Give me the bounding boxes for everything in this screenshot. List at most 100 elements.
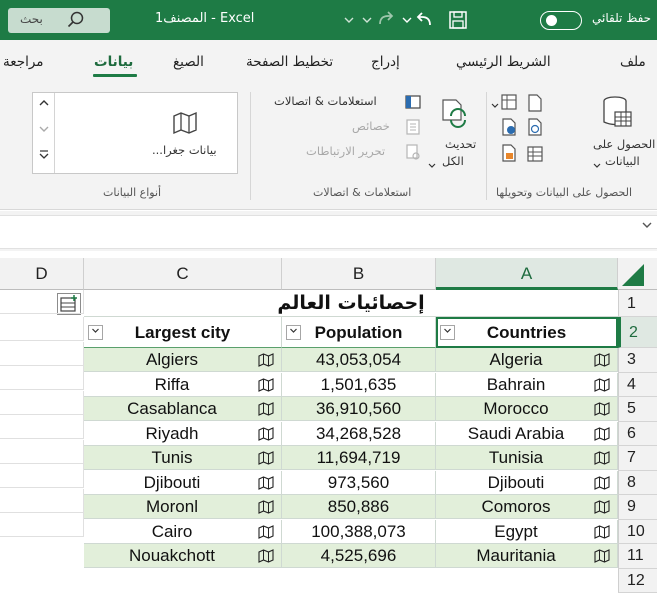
from-web-icon[interactable] xyxy=(501,118,517,140)
tab-insert[interactable]: إدراج xyxy=(371,54,400,70)
worksheet-grid[interactable]: D C B A إحصائيات العالم 1 2 3 4 5 6 7 8 9 10 11 12 L… xyxy=(0,258,657,616)
column-header-a[interactable]: A xyxy=(436,258,618,290)
cell-population[interactable]: 100,388,073 xyxy=(282,519,436,544)
map-icon[interactable] xyxy=(594,353,610,367)
cell-largest-city[interactable]: Nouakchott xyxy=(84,544,282,568)
cell-country[interactable]: Mauritania xyxy=(436,544,618,568)
search-box[interactable]: بحث xyxy=(8,8,110,33)
column-header-d[interactable]: D xyxy=(0,258,84,290)
customize-qat-icon[interactable] xyxy=(342,8,356,36)
get-data-line1[interactable]: الحصول على xyxy=(593,137,655,151)
cell-d[interactable] xyxy=(0,366,84,390)
map-icon[interactable] xyxy=(594,475,610,490)
map-icon[interactable] xyxy=(594,549,610,563)
refresh-all-line1[interactable]: تحديث xyxy=(445,137,476,151)
cell-population[interactable]: 34,268,528 xyxy=(282,421,436,446)
cell-population[interactable]: 973,560 xyxy=(282,470,436,495)
row-header[interactable]: 12 xyxy=(618,568,657,593)
column-header-b[interactable]: B xyxy=(282,258,436,290)
column-header-c[interactable]: C xyxy=(84,258,282,290)
get-data-line2[interactable]: البيانات xyxy=(605,154,640,168)
cell-largest-city[interactable]: Riyadh xyxy=(84,421,282,446)
cell-d[interactable] xyxy=(0,464,84,488)
tab-data[interactable]: بيانات xyxy=(94,54,133,70)
row-header[interactable]: 10 xyxy=(618,519,657,544)
cell-country[interactable]: Saudi Arabia xyxy=(436,421,618,446)
cell-largest-city[interactable]: Cairo xyxy=(84,519,282,544)
cell-largest-city[interactable]: Riffa xyxy=(84,372,282,397)
map-icon[interactable] xyxy=(258,500,274,514)
cell-population[interactable]: 1,501,635 xyxy=(282,372,436,397)
queries-connections-icon[interactable] xyxy=(405,94,421,114)
filter-dropdown-icon[interactable] xyxy=(440,325,455,340)
expand-formula-bar-icon[interactable] xyxy=(641,219,653,234)
get-data-dropdown-icon[interactable] xyxy=(592,156,602,175)
cell-country[interactable]: Algeria xyxy=(436,348,618,372)
queries-connections-button[interactable]: استعلامات & اتصالات xyxy=(274,94,377,108)
cell-country[interactable]: Egypt xyxy=(436,519,618,544)
header-population[interactable]: Population xyxy=(282,317,436,348)
undo-dropdown-icon[interactable] xyxy=(400,8,414,36)
map-icon[interactable] xyxy=(258,377,274,392)
from-text-icon[interactable] xyxy=(527,94,543,116)
undo-icon[interactable] xyxy=(414,8,436,36)
row-header[interactable]: 4 xyxy=(618,372,657,397)
map-icon[interactable] xyxy=(258,426,274,441)
tab-file[interactable]: ملف xyxy=(620,54,646,70)
autosave-toggle[interactable] xyxy=(540,11,582,30)
row-header[interactable]: 7 xyxy=(618,446,657,471)
cell-population[interactable]: 4,525,696 xyxy=(282,544,436,568)
map-icon[interactable] xyxy=(258,353,274,367)
row-header[interactable]: 11 xyxy=(618,544,657,569)
gallery-up-icon[interactable] xyxy=(33,93,54,119)
row-header[interactable]: 2 xyxy=(618,317,657,348)
tab-home[interactable]: الشريط الرئيسي xyxy=(456,54,551,70)
map-icon[interactable] xyxy=(594,377,610,392)
gallery-more-icon[interactable] xyxy=(33,145,54,171)
row-header[interactable]: 3 xyxy=(618,348,657,373)
row-header[interactable]: 1 xyxy=(618,290,657,317)
map-icon[interactable] xyxy=(258,451,274,465)
cell-population[interactable]: 850,886 xyxy=(282,495,436,519)
save-icon[interactable] xyxy=(446,8,470,36)
get-data-icon[interactable] xyxy=(601,94,635,136)
map-icon[interactable] xyxy=(594,402,610,416)
cell-country[interactable]: Tunisia xyxy=(436,446,618,470)
cell-d[interactable] xyxy=(0,513,84,537)
cell-population[interactable]: 36,910,560 xyxy=(282,397,436,421)
filter-dropdown-icon[interactable] xyxy=(286,325,301,340)
map-icon[interactable] xyxy=(258,475,274,490)
map-icon[interactable] xyxy=(594,500,610,514)
row-header[interactable]: 6 xyxy=(618,421,657,446)
cell-largest-city[interactable]: Casablanca xyxy=(84,397,282,421)
formula-input[interactable] xyxy=(0,215,657,249)
row-header[interactable]: 5 xyxy=(618,397,657,422)
data-types-gallery[interactable]: بيانات جغرا... xyxy=(32,92,238,174)
cell-d[interactable] xyxy=(0,439,84,464)
gallery-down-icon[interactable] xyxy=(33,119,54,145)
existing-connections-icon[interactable] xyxy=(527,146,543,166)
cell-largest-city[interactable]: Tunis xyxy=(84,446,282,470)
map-icon[interactable] xyxy=(594,426,610,441)
tab-page-layout[interactable]: تخطيط الصفحة xyxy=(246,54,333,70)
header-largest-city[interactable]: Largest city xyxy=(84,317,282,348)
map-icon[interactable] xyxy=(594,524,610,539)
redo-dropdown-icon[interactable] xyxy=(360,8,374,36)
cell-d[interactable] xyxy=(0,488,84,513)
row-header[interactable]: 8 xyxy=(618,470,657,495)
tab-review[interactable]: مراجعة xyxy=(3,54,44,70)
cell-d[interactable] xyxy=(0,415,84,439)
dropdown-icon[interactable] xyxy=(490,96,500,115)
cell-population[interactable]: 11,694,719 xyxy=(282,446,436,470)
recent-sources-icon[interactable] xyxy=(527,118,543,140)
from-table-icon[interactable] xyxy=(501,94,517,114)
cell-population[interactable]: 43,053,054 xyxy=(282,348,436,372)
from-file-icon[interactable] xyxy=(501,144,517,166)
map-icon[interactable] xyxy=(594,451,610,465)
cell-country[interactable]: Bahrain xyxy=(436,372,618,397)
cell-largest-city[interactable]: Djibouti xyxy=(84,470,282,495)
row-header[interactable]: 9 xyxy=(618,495,657,520)
header-countries[interactable]: Countries xyxy=(436,317,618,348)
map-icon[interactable] xyxy=(258,549,274,563)
cell-country[interactable]: Comoros xyxy=(436,495,618,519)
